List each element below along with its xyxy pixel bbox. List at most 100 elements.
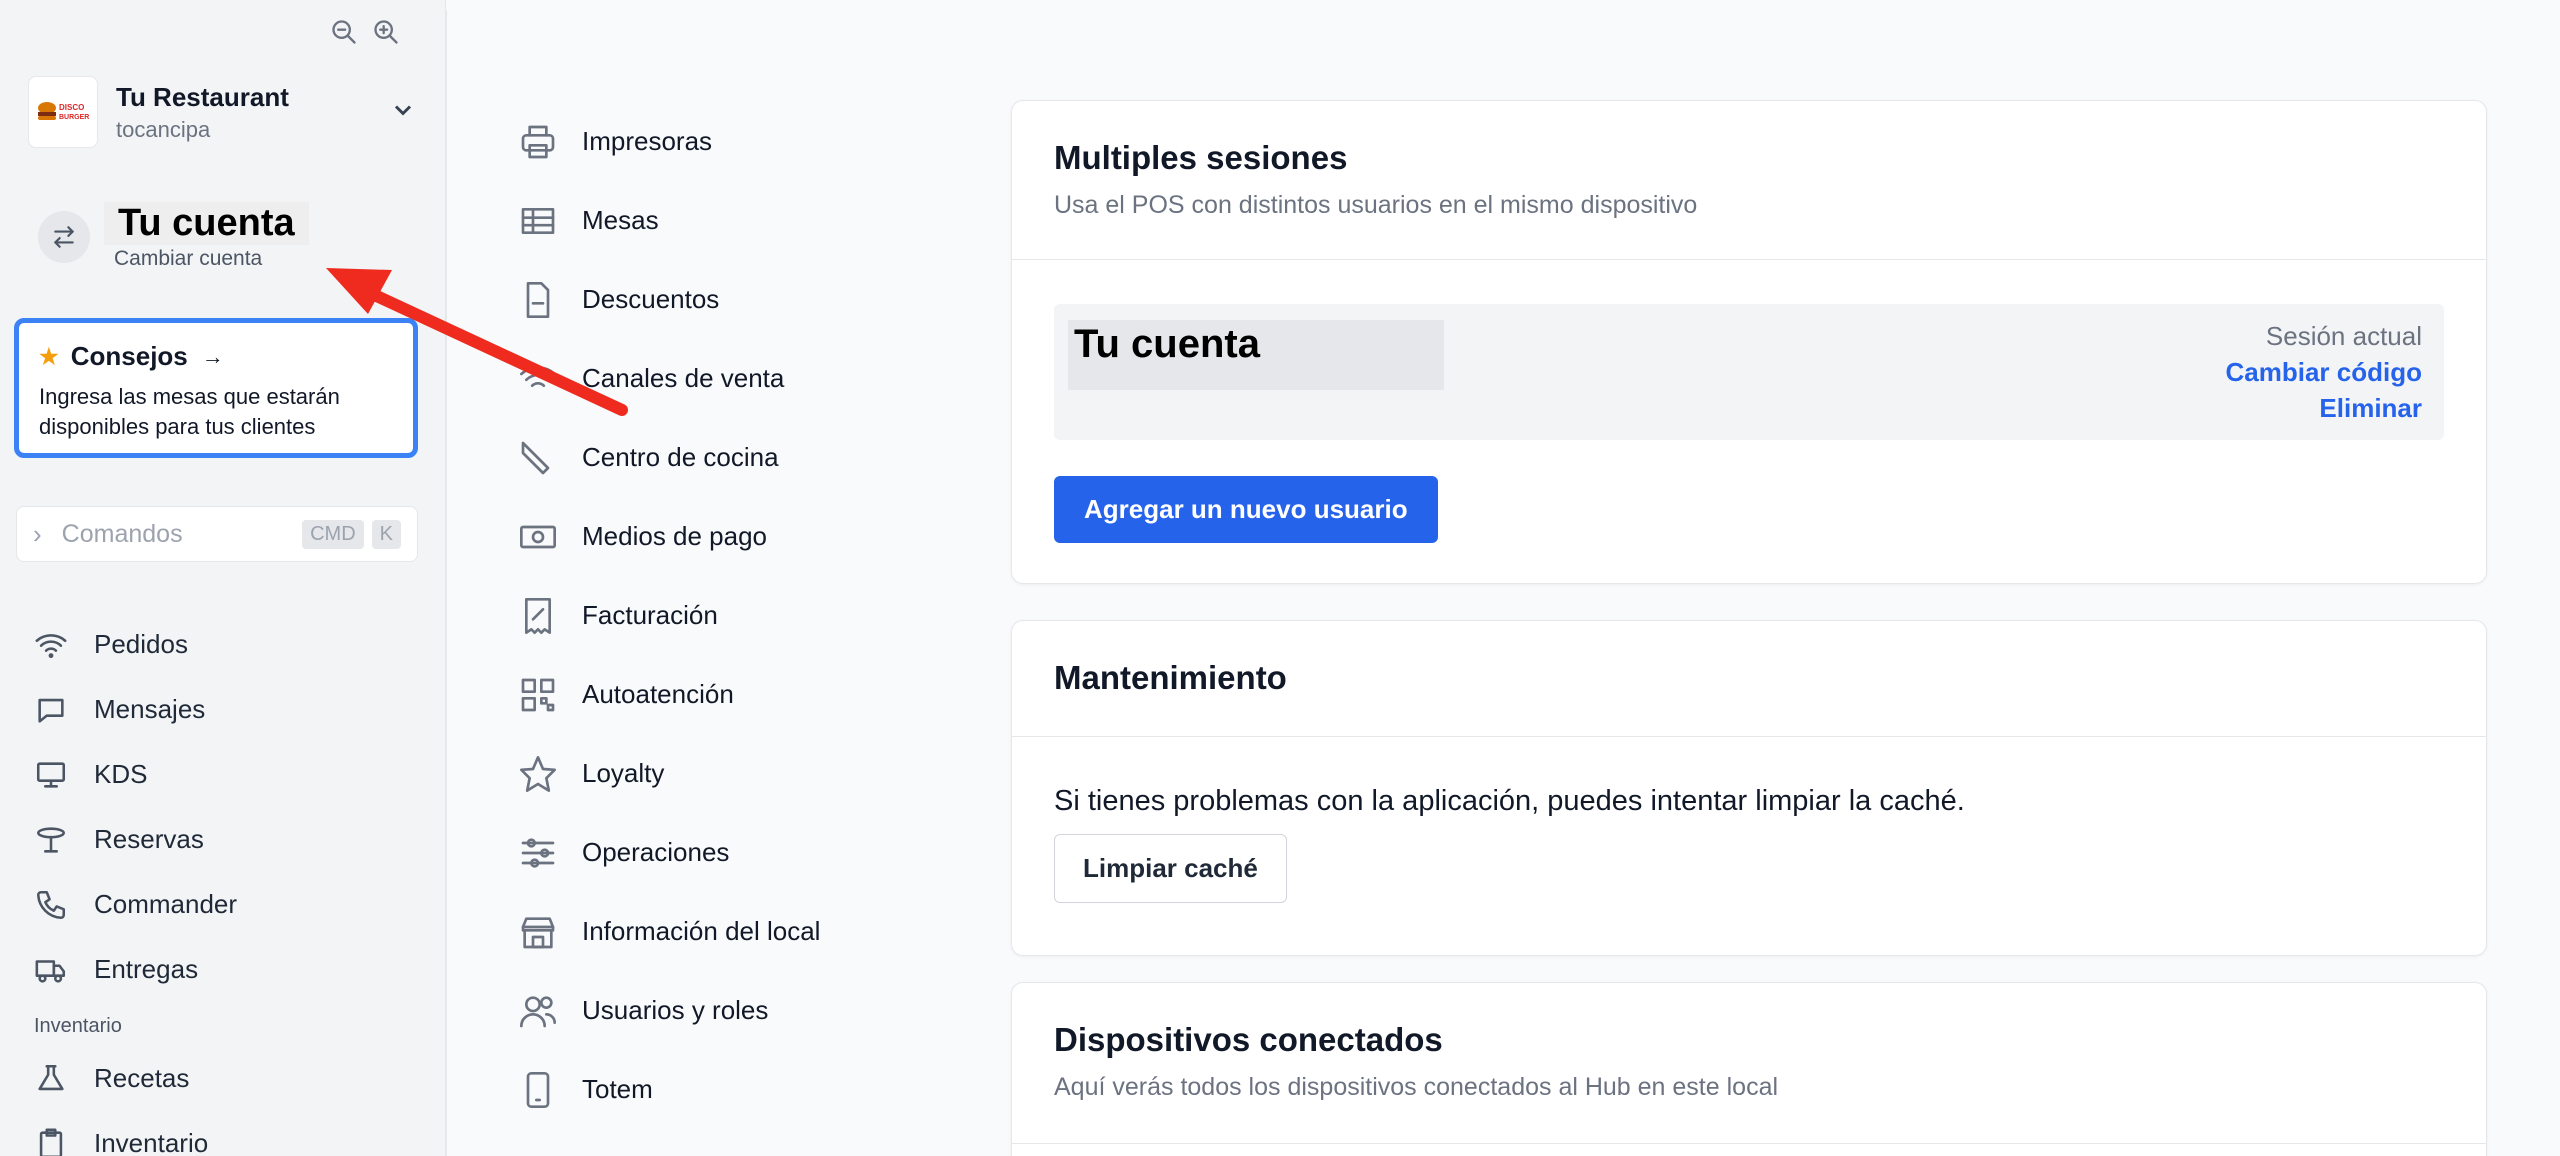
sidebar-nav: Pedidos Mensajes KDS Reservas Commander … [34, 612, 424, 1156]
add-user-button[interactable]: Agregar un nuevo usuario [1054, 476, 1438, 543]
burger-logo-icon: DISCO BURGER [38, 102, 89, 121]
wifi-icon [520, 365, 556, 387]
command-palette-button[interactable]: › Comandos CMD K [16, 506, 418, 562]
current-session-label: Sesión actual [2265, 321, 2422, 351]
chevron-down-icon[interactable] [389, 96, 417, 129]
sidebar-item-pedidos[interactable]: Pedidos [34, 612, 424, 677]
inventory-section-title: Inventario [34, 1015, 122, 1037]
sidebar-item-inventario[interactable]: Inventario [34, 1111, 424, 1156]
tips-text: Ingresa las mesas que estarán disponible… [39, 384, 340, 439]
maintenance-card: Mantenimiento Si tienes problemas con la… [1011, 620, 2487, 956]
menu-item-label: Centro de cocina [582, 442, 779, 472]
sidebar-item-label: Mensajes [94, 694, 206, 724]
document-icon [526, 281, 550, 318]
star-icon: ★ [39, 343, 59, 369]
menu-item-totem[interactable]: Totem [518, 1050, 938, 1129]
menu-item-label: Canales de venta [582, 363, 785, 393]
delete-session-link[interactable]: Eliminar [2226, 390, 2422, 426]
sidebar-item-mensajes[interactable]: Mensajes [34, 677, 424, 742]
menu-item-label: Descuentos [582, 284, 720, 314]
menu-item-label: Loyalty [582, 758, 665, 788]
menu-item-autoatencion[interactable]: Autoatención [518, 655, 938, 734]
zoom-out-icon[interactable] [330, 18, 358, 46]
maintenance-text: Si tienes problemas con la aplicación, p… [1054, 785, 1965, 817]
divider [1012, 1143, 2486, 1144]
sidebar-item-entregas[interactable]: Entregas [34, 937, 424, 1002]
sessions-card: Multiples sesiones Usa el POS con distin… [1011, 100, 2487, 584]
sidebar-item-commander[interactable]: Commander [34, 872, 424, 937]
commands-label: Comandos [61, 519, 183, 548]
users-icon [520, 995, 556, 1027]
sidebar-item-label: Inventario [94, 1128, 209, 1156]
session-user-name: Tu cuenta [1068, 320, 1444, 390]
devices-title: Dispositivos conectados [1054, 1021, 1443, 1058]
qr-icon [521, 678, 555, 711]
restaurant-logo: DISCO BURGER [28, 76, 98, 148]
settings-menu: Impresoras Mesas Descuentos Canales de v… [518, 102, 938, 1129]
wifi-icon [35, 633, 67, 658]
banknote-icon [520, 525, 556, 548]
sidebar-item-reservas[interactable]: Reservas [34, 807, 424, 872]
menu-item-label: Información del local [582, 916, 821, 946]
truck-icon [35, 959, 66, 983]
sidebar-item-label: Reservas [94, 824, 204, 854]
star-icon [520, 755, 556, 792]
menu-item-label: Impresoras [582, 126, 713, 156]
menu-item-operaciones[interactable]: Operaciones [518, 813, 938, 892]
menu-item-descuentos[interactable]: Descuentos [518, 260, 938, 339]
menu-item-label: Usuarios y roles [582, 995, 769, 1025]
menu-item-loyalty[interactable]: Loyalty [518, 734, 938, 813]
restaurant-name: Tu Restaurant [116, 81, 289, 112]
menu-item-label: Medios de pago [582, 521, 768, 551]
tips-card[interactable]: ★ Consejos → Ingresa las mesas que estar… [14, 318, 418, 458]
svg-text:BURGER: BURGER [59, 114, 89, 121]
devices-subtitle: Aquí verás todos los dispositivos conect… [1054, 1073, 1779, 1101]
menu-item-info-local[interactable]: Información del local [518, 892, 938, 971]
session-row: Tu cuenta Sesión actual Cambiar código E… [1054, 304, 2444, 440]
menu-item-label: Totem [582, 1074, 653, 1104]
sidebar-item-recetas[interactable]: Recetas [34, 1046, 424, 1111]
svg-text:DISCO: DISCO [59, 103, 84, 112]
sliders-icon [521, 837, 555, 868]
knife-icon [521, 441, 550, 474]
switch-account-label[interactable]: Cambiar cuenta [114, 247, 309, 271]
menu-item-mesas[interactable]: Mesas [518, 181, 938, 260]
menu-item-medios-pago[interactable]: Medios de pago [518, 497, 938, 576]
maintenance-title: Mantenimiento [1054, 659, 1287, 696]
store-icon [521, 916, 555, 948]
clear-cache-button[interactable]: Limpiar caché [1054, 834, 1287, 903]
zoom-in-icon[interactable] [372, 18, 400, 46]
sidebar-item-label: Recetas [94, 1063, 190, 1093]
sessions-title: Multiples sesiones [1054, 139, 1348, 176]
menu-item-usuarios-roles[interactable]: Usuarios y roles [518, 971, 938, 1050]
zoom-controls [330, 18, 400, 46]
sidebar-item-label: Entregas [94, 954, 199, 984]
divider [1012, 259, 2486, 260]
menu-item-label: Operaciones [582, 837, 730, 867]
phone-icon [36, 890, 66, 919]
receipt-icon [525, 597, 551, 634]
sidebar-item-kds[interactable]: KDS [34, 742, 424, 807]
clipboard-icon [39, 1128, 63, 1156]
change-code-link[interactable]: Cambiar código [2226, 354, 2422, 390]
account-switcher[interactable]: Tu cuenta Cambiar cuenta [38, 202, 309, 271]
account-name: Tu cuenta [104, 202, 309, 245]
restaurant-switcher[interactable]: DISCO BURGER Tu Restaurant tocancipa [28, 76, 417, 148]
chevron-right-icon: › [33, 518, 42, 549]
sidebar-item-label: Pedidos [94, 629, 188, 659]
sidebar: DISCO BURGER Tu Restaurant tocancipa Tu … [0, 0, 446, 1156]
swap-icon[interactable] [38, 210, 90, 263]
sidebar-item-label: Commander [94, 889, 238, 919]
menu-item-canales[interactable]: Canales de venta [518, 339, 938, 418]
menu-item-impresoras[interactable]: Impresoras [518, 102, 938, 181]
table-icon [36, 826, 66, 853]
tips-title: Consejos [70, 341, 188, 371]
sidebar-item-label: KDS [94, 759, 148, 789]
monitor-icon [36, 761, 66, 788]
printer-icon [521, 125, 555, 158]
menu-item-centro-cocina[interactable]: Centro de cocina [518, 418, 938, 497]
menu-item-label: Mesas [582, 205, 659, 235]
menu-item-facturacion[interactable]: Facturación [518, 576, 938, 655]
menu-item-label: Facturación [582, 600, 718, 630]
sessions-subtitle: Usa el POS con distintos usuarios en el … [1054, 191, 1698, 219]
